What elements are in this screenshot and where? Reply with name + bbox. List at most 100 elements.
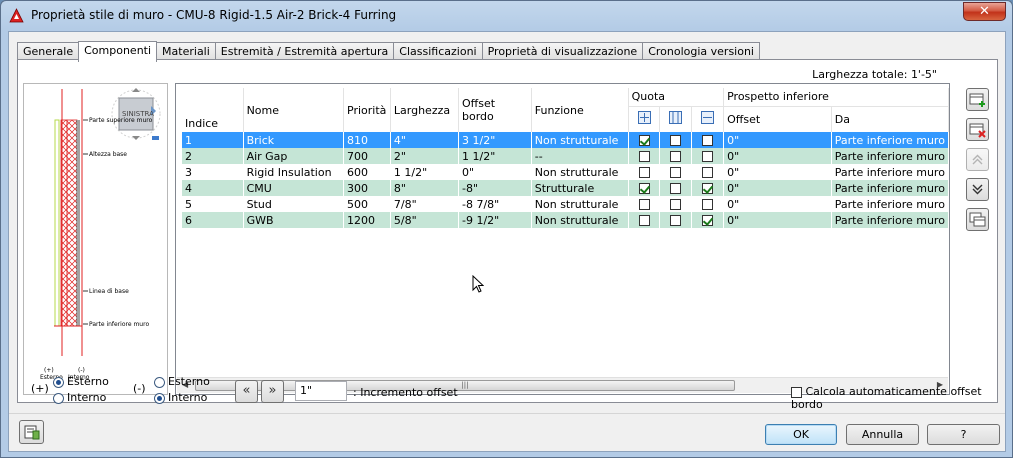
cell-edge-offset[interactable]: -8 7/8" (458, 196, 532, 212)
cell-width[interactable]: 8" (390, 180, 460, 196)
cell-index[interactable]: 6 (182, 212, 244, 228)
dimension-checkbox[interactable] (670, 167, 682, 178)
help-button[interactable]: ? (927, 424, 1000, 445)
components-grid[interactable]: Indice Nome Priorità Larghezza Offset bo… (175, 83, 950, 395)
ok-button[interactable]: OK (765, 424, 837, 445)
cell-width[interactable]: 1 1/2" (390, 164, 460, 180)
cell-index[interactable]: 5 (182, 196, 244, 212)
cell-name[interactable]: GWB (242, 212, 345, 228)
tab-componenti[interactable]: Componenti (78, 41, 158, 62)
table-row[interactable]: 6 GWB 1200 5/8" -9 1/2" Non strutturale 0" Part… (182, 212, 949, 228)
cell-offset[interactable]: 0" (723, 180, 832, 196)
col-header-dimension[interactable]: Quota (628, 88, 725, 107)
dimension-checkbox[interactable] (702, 167, 714, 178)
col-header-name[interactable]: Nome (243, 88, 345, 132)
cell-function[interactable]: Non strutturale (531, 196, 629, 212)
dimension-checkbox[interactable] (670, 199, 682, 210)
auto-offset-checkbox[interactable] (791, 386, 802, 398)
cell-width[interactable]: 5/8" (390, 212, 460, 228)
add-component-button[interactable] (966, 88, 989, 111)
cell-priority[interactable]: 810 (343, 132, 391, 148)
plus-interior-radio[interactable] (53, 392, 64, 404)
title-bar[interactable]: Proprietà stile di muro - CMU-8 Rigid-1.… (1, 1, 1012, 31)
cell-priority[interactable]: 500 (343, 196, 391, 212)
table-row[interactable]: 3 Rigid Insulation 600 1 1/2" 0" Non struttur… (182, 164, 949, 180)
cell-from[interactable]: Parte inferiore muro (831, 180, 949, 196)
cell-function[interactable]: -- (531, 148, 629, 164)
cell-name[interactable]: Stud (242, 196, 345, 212)
dimension-checkbox[interactable] (670, 151, 682, 162)
dimension-checkbox[interactable] (638, 199, 650, 210)
wall-preview[interactable]: SINISTRA Parte superiore muro Altezza ba… (23, 83, 168, 395)
cell-function[interactable]: Non strutturale (531, 212, 629, 228)
cell-function[interactable]: Non strutturale (531, 132, 629, 148)
col-header-function[interactable]: Funzione (531, 88, 629, 132)
move-up-button[interactable] (966, 148, 989, 171)
cell-priority[interactable]: 700 (343, 148, 391, 164)
offset-increase-button[interactable]: » (261, 380, 284, 403)
offset-increment-input[interactable]: 1" (295, 381, 347, 401)
dimension-checkbox[interactable] (702, 199, 714, 210)
cell-offset[interactable]: 0" (723, 196, 832, 212)
style-browser-button[interactable] (19, 420, 44, 444)
cell-from[interactable]: Parte inferiore muro (831, 132, 949, 148)
close-button[interactable]: ✕ (963, 2, 1006, 21)
cell-offset[interactable]: 0" (723, 164, 832, 180)
cell-name[interactable]: Air Gap (242, 148, 345, 164)
dimension-checkbox[interactable] (638, 135, 650, 146)
dim-center-icon[interactable] (659, 106, 693, 132)
cell-name[interactable]: Rigid Insulation (242, 164, 345, 180)
offset-decrease-button[interactable]: « (235, 380, 258, 403)
minus-exterior-radio[interactable] (154, 376, 165, 388)
cell-priority[interactable]: 300 (343, 180, 391, 196)
cell-width[interactable]: 2" (390, 148, 460, 164)
minus-interior-radio[interactable] (154, 392, 165, 404)
dim-exterior-icon[interactable] (628, 106, 661, 132)
table-row[interactable]: 5 Stud 500 7/8" -8 7/8" Non strutturale 0" Part… (182, 196, 949, 212)
cancel-button[interactable]: Annulla (846, 424, 919, 445)
col-header-bottom-elevation[interactable]: Prospetto inferiore (723, 88, 949, 107)
cell-index[interactable]: 2 (182, 148, 244, 164)
col-header-priority[interactable]: Priorità (343, 88, 391, 132)
cell-offset[interactable]: 0" (723, 212, 832, 228)
dimension-checkbox[interactable] (702, 135, 714, 146)
delete-component-button[interactable] (966, 118, 989, 141)
cell-from[interactable]: Parte inferiore muro (831, 164, 949, 180)
cell-offset[interactable]: 0" (723, 148, 832, 164)
cell-width[interactable]: 7/8" (390, 196, 460, 212)
dimension-checkbox[interactable] (638, 215, 650, 226)
auto-offset-option[interactable]: Calcola automaticamente offset bordo (791, 385, 1005, 411)
cell-width[interactable]: 4" (390, 132, 460, 148)
cell-edge-offset[interactable]: -8" (458, 180, 532, 196)
table-row[interactable]: 4 CMU 300 8" -8" Strutturale 0" Parte inferiore… (182, 180, 949, 196)
cell-index[interactable]: 3 (182, 164, 244, 180)
cell-edge-offset[interactable]: -9 1/2" (458, 212, 532, 228)
dimension-checkbox[interactable] (702, 215, 714, 226)
cell-from[interactable]: Parte inferiore muro (831, 148, 949, 164)
dimension-checkbox[interactable] (670, 135, 682, 146)
dimension-checkbox[interactable] (702, 151, 714, 162)
table-row[interactable]: 1 Brick 810 4" 3 1/2" Non strutturale 0" Parte … (182, 132, 949, 148)
dimension-checkbox[interactable] (702, 183, 714, 194)
dim-interior-icon[interactable] (691, 106, 725, 132)
dimension-checkbox[interactable] (638, 183, 650, 194)
plus-exterior-radio[interactable] (53, 376, 64, 388)
cell-name[interactable]: Brick (242, 132, 345, 148)
dimension-checkbox[interactable] (670, 215, 682, 226)
cell-index[interactable]: 1 (182, 132, 244, 148)
col-header-width[interactable]: Larghezza (390, 88, 460, 132)
cell-edge-offset[interactable]: 3 1/2" (458, 132, 532, 148)
dimension-checkbox[interactable] (638, 167, 650, 178)
cell-priority[interactable]: 600 (343, 164, 391, 180)
cell-from[interactable]: Parte inferiore muro (831, 212, 949, 228)
copy-component-button[interactable] (966, 208, 989, 231)
cell-name[interactable]: CMU (242, 180, 345, 196)
cell-function[interactable]: Non strutturale (531, 164, 629, 180)
cell-edge-offset[interactable]: 1 1/2" (458, 148, 532, 164)
cell-priority[interactable]: 1200 (343, 212, 391, 228)
dimension-checkbox[interactable] (638, 151, 650, 162)
col-header-from[interactable]: Da (831, 106, 949, 132)
dimension-checkbox[interactable] (670, 183, 682, 194)
cell-function[interactable]: Strutturale (531, 180, 629, 196)
cell-from[interactable]: Parte inferiore muro (831, 196, 949, 212)
